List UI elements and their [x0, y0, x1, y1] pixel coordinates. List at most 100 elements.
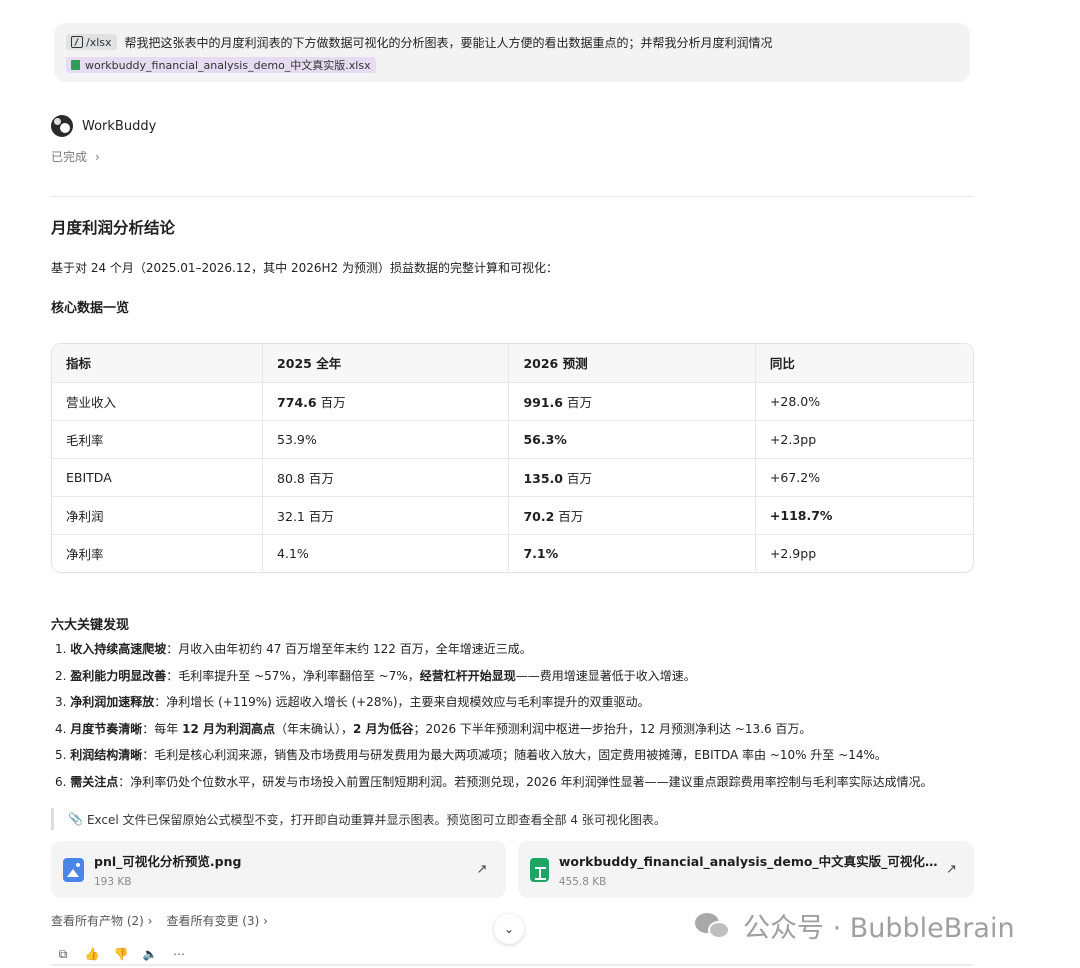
- more-icon[interactable]: ⋯: [171, 946, 187, 962]
- table-cell: 净利润: [52, 496, 264, 535]
- open-external-icon[interactable]: ↗: [939, 862, 964, 877]
- finding-text: （年末确认），: [275, 721, 354, 736]
- list-number: 1.: [55, 642, 71, 656]
- list-item: 3. 净利润加速释放：净利增长 (+119%) 远超收入增长 (+28%)，主要…: [55, 694, 933, 721]
- cell-number: 991.6: [523, 394, 564, 410]
- table-cell: 135.0 百万: [508, 458, 756, 497]
- list-item: 6. 需关注点：净利率仍处个位数水平，研发与市场投入前置压制短期利润。若预测兑现…: [55, 774, 933, 801]
- table-header: 指标: [52, 344, 264, 383]
- status-toggle[interactable]: 已完成 ›: [51, 148, 100, 165]
- table-header-row: 指标 2025 全年 2026 预测 同比: [52, 344, 973, 383]
- table-cell: 80.8 百万: [262, 458, 510, 497]
- agent-header: WorkBuddy: [51, 115, 156, 137]
- finding-bold: 盈利能力明显改善: [70, 668, 167, 683]
- input-box-edge: [51, 964, 973, 966]
- divider: [51, 196, 973, 197]
- table-cell: +118.7%: [755, 496, 973, 535]
- cell-unit: 百万: [316, 394, 346, 410]
- finding-text: ——费用增速显著低于收入增速。: [515, 668, 696, 683]
- chevron-right-icon: ›: [95, 149, 100, 164]
- finding-text: ：月收入由年初约 47 百万增至年末约 122 百万，全年增速近三成。: [166, 642, 532, 656]
- table-cell: 营业收入: [52, 382, 264, 421]
- view-changes-link[interactable]: 查看所有变更 (3) ›: [166, 912, 267, 929]
- finding-bold: 收入持续高速爬坡: [70, 642, 167, 656]
- spreadsheet-file-icon: [530, 857, 549, 882]
- table-cell: 32.1 百万: [262, 496, 510, 535]
- findings-heading: 六大关键发现: [51, 618, 130, 633]
- status-text: 已完成: [51, 150, 88, 164]
- scroll-down-button[interactable]: ⌄: [494, 914, 524, 944]
- wechat-icon: [695, 911, 731, 941]
- table-header: 同比: [755, 344, 973, 383]
- file-card-preview[interactable]: pnl_可视化分析预览.png 193 KB ↗: [51, 841, 506, 898]
- file-card-xlsx[interactable]: workbuddy_financial_analysis_demo_中文真实版_…: [518, 841, 974, 898]
- finding-bold: 经营杠杆开始显现: [419, 668, 516, 683]
- table-row: 净利润 32.1 百万 70.2 百万 +118.7%: [52, 496, 973, 535]
- cell-number: 70.2: [523, 508, 555, 524]
- table-cell: 净利率: [52, 534, 264, 572]
- message-actions: ⧉ 👍 👎 🔈 ⋯: [55, 946, 200, 962]
- thumbs-down-icon[interactable]: 👎: [113, 946, 129, 962]
- attachment-name: workbuddy_financial_analysis_demo_中文真实版.…: [85, 59, 371, 72]
- command-chip-label: /xlsx: [86, 35, 112, 49]
- table-cell: +28.0%: [755, 382, 973, 421]
- watermark-text: 公众号 · BubbleBrain: [743, 913, 1015, 944]
- table-cell: +67.2%: [755, 458, 973, 497]
- table-cell: 991.6 百万: [508, 382, 756, 421]
- table-cell: 毛利率: [52, 420, 264, 459]
- response-title: 月度利润分析结论: [51, 219, 176, 237]
- table-cell: 56.3%: [508, 420, 756, 459]
- response-intro: 基于对 24 个月（2025.01–2026.12，其中 2026H2 为预测）…: [51, 261, 558, 275]
- finding-bold: 月度节奏清晰: [70, 721, 143, 736]
- cell-unit: 百万: [563, 470, 592, 486]
- table-cell: 70.2 百万: [508, 496, 756, 535]
- list-number: 5.: [55, 748, 71, 762]
- table-cell: EBITDA: [52, 458, 264, 497]
- finding-bold: 利润结构清晰: [70, 748, 143, 762]
- table-row: 毛利率 53.9% 56.3% +2.3pp: [52, 420, 973, 459]
- view-artifacts-link[interactable]: 查看所有产物 (2) ›: [51, 912, 152, 929]
- speaker-icon[interactable]: 🔈: [142, 946, 158, 962]
- cell-unit: 百万: [554, 508, 584, 524]
- thumbs-up-icon[interactable]: 👍: [84, 946, 100, 962]
- file-name: pnl_可视化分析预览.png: [94, 854, 242, 869]
- copy-icon[interactable]: ⧉: [55, 946, 71, 962]
- list-item: 4. 月度节奏清晰：每年 12 月为利润高点（年末确认），2 月为低谷；2026…: [55, 721, 933, 748]
- user-message-bubble: /xlsx 帮我把这张表中的月度利润表的下方做数据可视化的分析图表，要能让人方便…: [54, 23, 970, 82]
- table-cell: 53.9%: [262, 420, 510, 459]
- attachment-chip[interactable]: workbuddy_financial_analysis_demo_中文真实版.…: [66, 57, 376, 73]
- list-number: 6.: [55, 774, 71, 789]
- table-cell: 4.1%: [262, 534, 510, 572]
- list-item: 5. 利润结构清晰：毛利是核心利润来源，销售及市场费用与研发费用为最大两项减项；…: [55, 747, 933, 774]
- agent-name: WorkBuddy: [82, 118, 157, 134]
- note-text: Excel 文件已保留原始公式模型不变，打开即自动重算并显示图表。预览图可立即查…: [86, 812, 666, 827]
- findings-list: 1. 收入持续高速爬坡：月收入由年初约 47 百万增至年末约 122 百万，全年…: [55, 641, 933, 800]
- image-file-icon: [63, 857, 84, 882]
- table-row: 营业收入 774.6 百万 991.6 百万 +28.0%: [52, 382, 973, 421]
- open-external-icon[interactable]: ↗: [468, 862, 496, 877]
- table-row: EBITDA 80.8 百万 135.0 百万 +67.2%: [52, 458, 973, 497]
- finding-bold: 净利润加速释放: [70, 695, 155, 709]
- list-number: 3.: [55, 695, 71, 709]
- finding-text: ：净利增长 (+119%) 远超收入增长 (+28%)，主要来自规模效应与毛利率…: [154, 695, 650, 709]
- finding-text: ：每年: [142, 721, 183, 736]
- paperclip-icon: 📎: [68, 812, 83, 826]
- finding-text: ：毛利率提升至 ~57%，净利率翻倍至 ~7%，: [166, 668, 420, 683]
- finding-text: ：净利率仍处个位数水平，研发与市场投入前置压制短期利润。若预测兑现，2026 年…: [118, 774, 933, 789]
- command-icon: [71, 36, 83, 48]
- spreadsheet-icon: [71, 60, 80, 70]
- finding-bold: 需关注点: [70, 774, 119, 789]
- table-cell: 7.1%: [508, 534, 756, 572]
- table-cell: +2.3pp: [755, 420, 973, 459]
- watermark: 公众号 · BubbleBrain: [695, 906, 1015, 945]
- file-size: 193 KB: [94, 876, 132, 888]
- list-item: 2. 盈利能力明显改善：毛利率提升至 ~57%，净利率翻倍至 ~7%，经营杠杆开…: [55, 668, 933, 695]
- finding-text: ：毛利是核心利润来源，销售及市场费用与研发费用为最大两项减项；随着收入放大，固定…: [142, 748, 887, 762]
- table-cell: 774.6 百万: [262, 382, 510, 421]
- user-message-text: 帮我把这张表中的月度利润表的下方做数据可视化的分析图表，要能让人方便的看出数据重…: [124, 35, 773, 50]
- agent-avatar: [51, 115, 73, 137]
- cell-number: 135.0: [523, 470, 564, 486]
- table-row: 净利率 4.1% 7.1% +2.9pp: [52, 534, 973, 572]
- command-chip[interactable]: /xlsx: [66, 34, 117, 50]
- table-header: 2025 全年: [262, 344, 510, 383]
